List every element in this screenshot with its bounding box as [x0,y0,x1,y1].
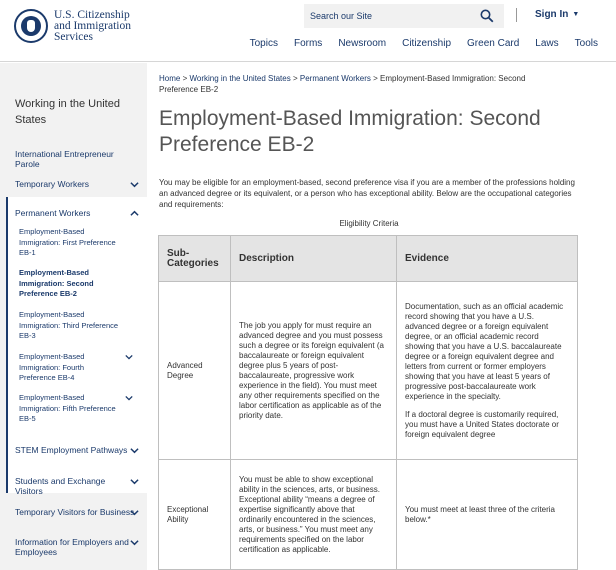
nav-citizenship[interactable]: Citizenship [402,38,451,49]
page-title: Employment-Based Immigration: Second Pre… [159,107,541,156]
sidebar-item-permanent-workers[interactable]: Permanent Workers [15,208,139,218]
table-cell-evidence: Documentation, such as an official acade… [396,281,578,460]
logo-line-1: U.S. Citizenship [54,8,130,21]
search-input[interactable] [304,4,474,28]
column-header-subcategories: Sub-Categories [158,235,231,282]
dhs-seal-icon [14,9,48,43]
breadcrumb: Home > Working in the United States > Pe… [159,73,559,95]
breadcrumb-permanent[interactable]: Permanent Workers [300,74,371,83]
sidebar-item-label: Information for Employers and Employees [15,537,129,557]
logo-line-3: Services [54,30,93,43]
header-divider [516,8,517,22]
breadcrumb-working[interactable]: Working in the United States [189,74,290,83]
sidebar-subitem-label: Employment-Based Immigration: Third Pref… [19,310,119,340]
sidebar-title: Working in the United States [15,98,120,126]
breadcrumb-separator: > [373,74,378,83]
search-box [304,4,504,28]
chevron-down-icon[interactable] [130,538,139,547]
sidebar-subitem-eb3[interactable]: Employment-Based Immigration: Third Pref… [19,310,119,342]
search-icon[interactable] [480,9,494,23]
caret-down-icon: ▼ [572,11,580,18]
uscis-logo[interactable]: U.S. Citizenship and Immigration Service… [14,9,131,43]
sidebar-subitem-eb4[interactable]: Employment-Based Immigration: Fourth Pre… [19,352,133,384]
sidebar-item-label: STEM Employment Pathways [15,445,128,455]
table-row: Exceptional Ability You must be able to … [158,459,578,570]
table-cell-evidence: You must meet at least three of the crit… [396,459,578,570]
chevron-down-icon[interactable] [130,446,139,455]
column-header-evidence: Evidence [396,235,578,282]
chevron-down-icon[interactable] [125,353,133,361]
sidebar-item-label: International Entrepreneur Parole [15,149,114,169]
sidebar-subitem-eb2[interactable]: Employment-Based Immigration: Second Pre… [19,268,119,300]
sidebar-item-temporary-visitors-business[interactable]: Temporary Visitors for Business [15,507,139,517]
evidence-paragraph: If a doctoral degree is customarily requ… [405,409,559,439]
nav-tools[interactable]: Tools [575,38,598,49]
table-cell-category: Advanced Degree [158,281,231,460]
eligibility-table: Sub-Categories Description Evidence Adva… [158,235,578,570]
sign-in-label: Sign In [535,9,569,20]
breadcrumb-separator: > [292,74,298,83]
sidebar-item-label: Permanent Workers [15,208,91,218]
sidebar-item-info-employers-employees[interactable]: Information for Employers and Employees [15,537,139,557]
evidence-paragraph: Documentation, such as an official acade… [405,301,564,401]
table-cell-category: Exceptional Ability [158,459,231,570]
nav-laws[interactable]: Laws [535,38,558,49]
sidebar-item-label: Students and Exchange Visitors [15,476,106,496]
sidebar-item-temporary-workers[interactable]: Temporary Workers [15,179,139,189]
sidebar-subitem-eb1[interactable]: Employment-Based Immigration: First Pref… [19,227,119,259]
logo-line-2: and Immigration [54,19,131,32]
nav-newsroom[interactable]: Newsroom [338,38,386,49]
nav-forms[interactable]: Forms [294,38,322,49]
sidebar-item-label: Temporary Visitors for Business [15,507,135,517]
chevron-down-icon[interactable] [130,180,139,189]
chevron-down-icon[interactable] [125,394,133,402]
nav-green-card[interactable]: Green Card [467,38,519,49]
logo-text: U.S. Citizenship and Immigration Service… [54,8,131,43]
sign-in-button[interactable]: Sign In ▼ [535,9,579,20]
chevron-up-icon[interactable] [130,209,139,218]
chevron-down-icon[interactable] [130,477,139,486]
table-header-row: Sub-Categories Description Evidence [158,235,578,282]
column-header-description: Description [230,235,397,282]
table-caption: Eligibility Criteria [339,219,399,228]
sidebar-subitem-eb5[interactable]: Employment-Based Immigration: Fifth Pref… [19,393,133,425]
chevron-down-icon[interactable] [130,508,139,517]
sidebar: Working in the United States Internation… [0,63,147,570]
top-navigation: Topics Forms Newsroom Citizenship Green … [234,38,598,49]
breadcrumb-separator: > [182,74,188,83]
breadcrumb-home[interactable]: Home [159,74,180,83]
nav-topics[interactable]: Topics [250,38,278,49]
table-cell-description: You must be able to show exceptional abi… [230,459,397,570]
sidebar-item-international-entrepreneur-parole[interactable]: International Entrepreneur Parole [15,149,135,169]
sidebar-subitem-label: Employment-Based Immigration: First Pref… [19,227,116,257]
table-cell-description: The job you apply for must require an ad… [230,281,397,460]
sidebar-item-students-exchange-visitors[interactable]: Students and Exchange Visitors [15,476,139,496]
sidebar-subitem-label: Employment-Based Immigration: Second Pre… [19,268,94,298]
sidebar-item-stem-employment-pathways[interactable]: STEM Employment Pathways [15,445,139,455]
table-row: Advanced Degree The job you apply for mu… [158,281,578,460]
sidebar-item-label: Temporary Workers [15,179,89,189]
sidebar-subitem-label: Employment-Based Immigration: Fifth Pref… [19,393,116,423]
intro-text: You may be eligible for an employment-ba… [159,178,575,209]
site-header: U.S. Citizenship and Immigration Service… [0,0,616,62]
sidebar-subitem-label: Employment-Based Immigration: Fourth Pre… [19,352,85,382]
